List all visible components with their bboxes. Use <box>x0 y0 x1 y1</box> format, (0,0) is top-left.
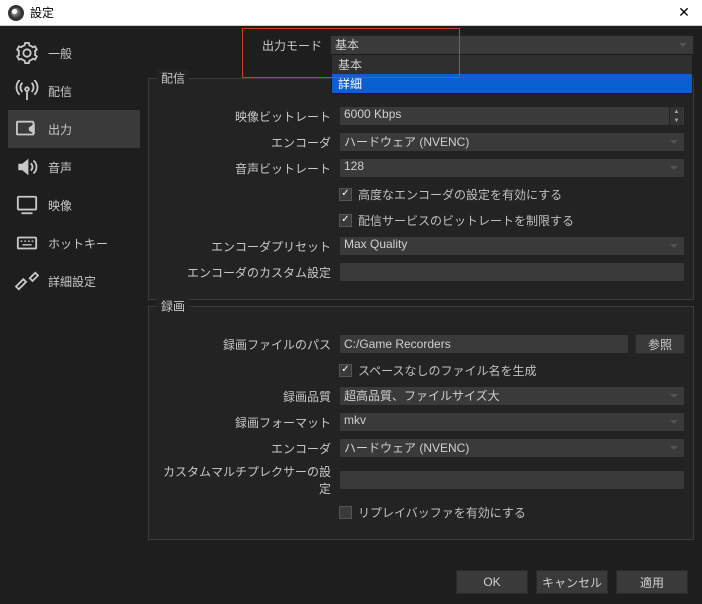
sidebar-item-advanced[interactable]: 詳細設定 <box>8 262 140 300</box>
enforce-service-checkbox[interactable] <box>339 214 352 227</box>
ok-button[interactable]: OK <box>456 570 528 594</box>
recording-quality-select[interactable]: 超高品質、ファイルサイズ大 <box>339 386 685 406</box>
no-space-filename-label: スペースなしのファイル名を生成 <box>358 362 537 379</box>
encoder-preset-label: エンコーダプリセット <box>157 238 339 255</box>
enforce-service-checkbox-label: 配信サービスのビットレートを制限する <box>358 212 574 229</box>
sidebar-item-output[interactable]: 出力 <box>8 110 140 148</box>
apply-button[interactable]: 適用 <box>616 570 688 594</box>
audio-bitrate-select[interactable]: 128 <box>339 158 685 178</box>
sidebar-item-label: 配信 <box>48 83 72 100</box>
spin-up[interactable]: ▲ <box>669 107 683 116</box>
footer: OK キャンセル 適用 <box>0 562 702 602</box>
sidebar-item-label: 詳細設定 <box>48 273 96 290</box>
output-mode-select[interactable]: 基本 基本 詳細 <box>330 35 694 55</box>
advanced-encoder-checkbox-label: 高度なエンコーダの設定を有効にする <box>358 186 562 203</box>
close-button[interactable]: ✕ <box>674 4 694 21</box>
gear-icon <box>14 42 40 64</box>
recording-quality-label: 録画品質 <box>157 388 339 405</box>
sidebar-item-stream[interactable]: 配信 <box>8 72 140 110</box>
video-bitrate-input[interactable]: 6000 Kbps ▲▼ <box>339 106 685 126</box>
titlebar: 設定 ✕ <box>0 0 702 26</box>
output-mode-label: 出力モード <box>148 37 330 54</box>
recording-encoder-select[interactable]: ハードウェア (NVENC) <box>339 438 685 458</box>
output-mode-dropdown: 基本 詳細 <box>331 54 693 94</box>
recording-encoder-label: エンコーダ <box>157 440 339 457</box>
replay-buffer-label: リプレイバッファを有効にする <box>358 504 526 521</box>
content-panel: 出力モード 基本 基本 詳細 配信 映像ビットレート 6000 K <box>148 34 694 562</box>
app-icon <box>8 5 24 21</box>
sidebar-item-label: 一般 <box>48 45 72 62</box>
custom-encoder-input[interactable] <box>339 262 685 282</box>
muxer-label: カスタムマルチプレクサーの設定 <box>157 463 339 497</box>
streaming-legend: 配信 <box>157 70 189 87</box>
browse-button[interactable]: 参照 <box>635 334 685 354</box>
sidebar-item-audio[interactable]: 音声 <box>8 148 140 186</box>
speaker-icon <box>14 156 40 178</box>
recording-path-input[interactable] <box>339 334 629 354</box>
audio-bitrate-label: 音声ビットレート <box>157 160 339 177</box>
cancel-button[interactable]: キャンセル <box>536 570 608 594</box>
dropdown-option-advanced[interactable]: 詳細 <box>332 74 692 93</box>
monitor-icon <box>14 194 40 216</box>
sidebar-item-general[interactable]: 一般 <box>8 34 140 72</box>
recording-legend: 録画 <box>157 298 189 315</box>
recording-format-label: 録画フォーマット <box>157 414 339 431</box>
sidebar: 一般 配信 出力 音声 映像 ホットキー 詳細設定 <box>8 34 140 562</box>
sidebar-item-label: 映像 <box>48 197 72 214</box>
streaming-group: 配信 映像ビットレート 6000 Kbps ▲▼ エンコーダ ハードウェア (N… <box>148 78 694 300</box>
recording-group: 録画 録画ファイルのパス 参照 スペースなしのファイル名を生成 録画品質 超高品… <box>148 306 694 540</box>
dropdown-option-basic[interactable]: 基本 <box>332 55 692 74</box>
replay-buffer-checkbox[interactable] <box>339 506 352 519</box>
output-icon <box>14 118 40 140</box>
sidebar-item-video[interactable]: 映像 <box>8 186 140 224</box>
tools-icon <box>14 270 40 292</box>
streaming-encoder-label: エンコーダ <box>157 134 339 151</box>
antenna-icon <box>14 80 40 102</box>
video-bitrate-label: 映像ビットレート <box>157 108 339 125</box>
sidebar-item-label: 音声 <box>48 159 72 176</box>
sidebar-item-label: ホットキー <box>48 235 108 252</box>
muxer-input[interactable] <box>339 470 685 490</box>
keyboard-icon <box>14 232 40 254</box>
sidebar-item-hotkeys[interactable]: ホットキー <box>8 224 140 262</box>
recording-path-label: 録画ファイルのパス <box>157 336 339 353</box>
sidebar-item-label: 出力 <box>48 121 72 138</box>
advanced-encoder-checkbox[interactable] <box>339 188 352 201</box>
window-title: 設定 <box>30 4 54 21</box>
spin-down[interactable]: ▼ <box>669 116 683 125</box>
recording-format-select[interactable]: mkv <box>339 412 685 432</box>
output-mode-value: 基本 <box>335 38 359 52</box>
streaming-encoder-select[interactable]: ハードウェア (NVENC) <box>339 132 685 152</box>
no-space-filename-checkbox[interactable] <box>339 364 352 377</box>
custom-encoder-label: エンコーダのカスタム設定 <box>157 264 339 281</box>
encoder-preset-select[interactable]: Max Quality <box>339 236 685 256</box>
